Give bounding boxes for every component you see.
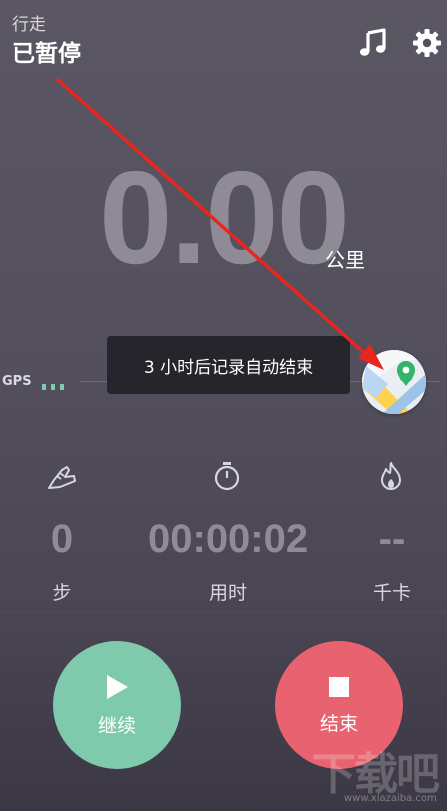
status-title: 已暂停 xyxy=(12,41,81,67)
steps-value: 0 xyxy=(50,517,74,561)
map-location-icon xyxy=(362,350,426,414)
calories-label: 千卡 xyxy=(372,582,411,604)
resume-label: 继续 xyxy=(97,714,136,737)
map-button[interactable] xyxy=(362,350,426,414)
duration-label: 用时 xyxy=(208,582,247,604)
gps-label: GPS xyxy=(2,374,32,389)
watermark-url: www.xiazaiba.com xyxy=(344,793,437,804)
resume-button[interactable]: 继续 xyxy=(53,641,181,769)
steps-label: 步 xyxy=(52,582,72,604)
distance-unit: 公里 xyxy=(325,248,365,272)
calories-value: -- xyxy=(378,517,406,561)
stopwatch-icon xyxy=(211,460,243,492)
duration-value: 00:00:02 xyxy=(148,517,309,561)
stop-label: 结束 xyxy=(319,712,358,735)
play-icon xyxy=(107,674,128,699)
distance-value: 0.00 xyxy=(99,144,350,291)
stop-icon xyxy=(329,676,349,697)
flame-icon xyxy=(375,460,407,492)
gps-signal-icon xyxy=(42,377,72,390)
activity-type-label: 行走 xyxy=(12,15,46,35)
music-note-icon[interactable] xyxy=(358,28,388,58)
shoe-icon xyxy=(46,462,78,494)
toast-message: 3 小时后记录自动结束 xyxy=(143,357,314,378)
auto-end-toast: 3 小时后记录自动结束 xyxy=(107,336,350,394)
stats-divider xyxy=(0,612,447,613)
gear-icon[interactable] xyxy=(412,28,442,58)
